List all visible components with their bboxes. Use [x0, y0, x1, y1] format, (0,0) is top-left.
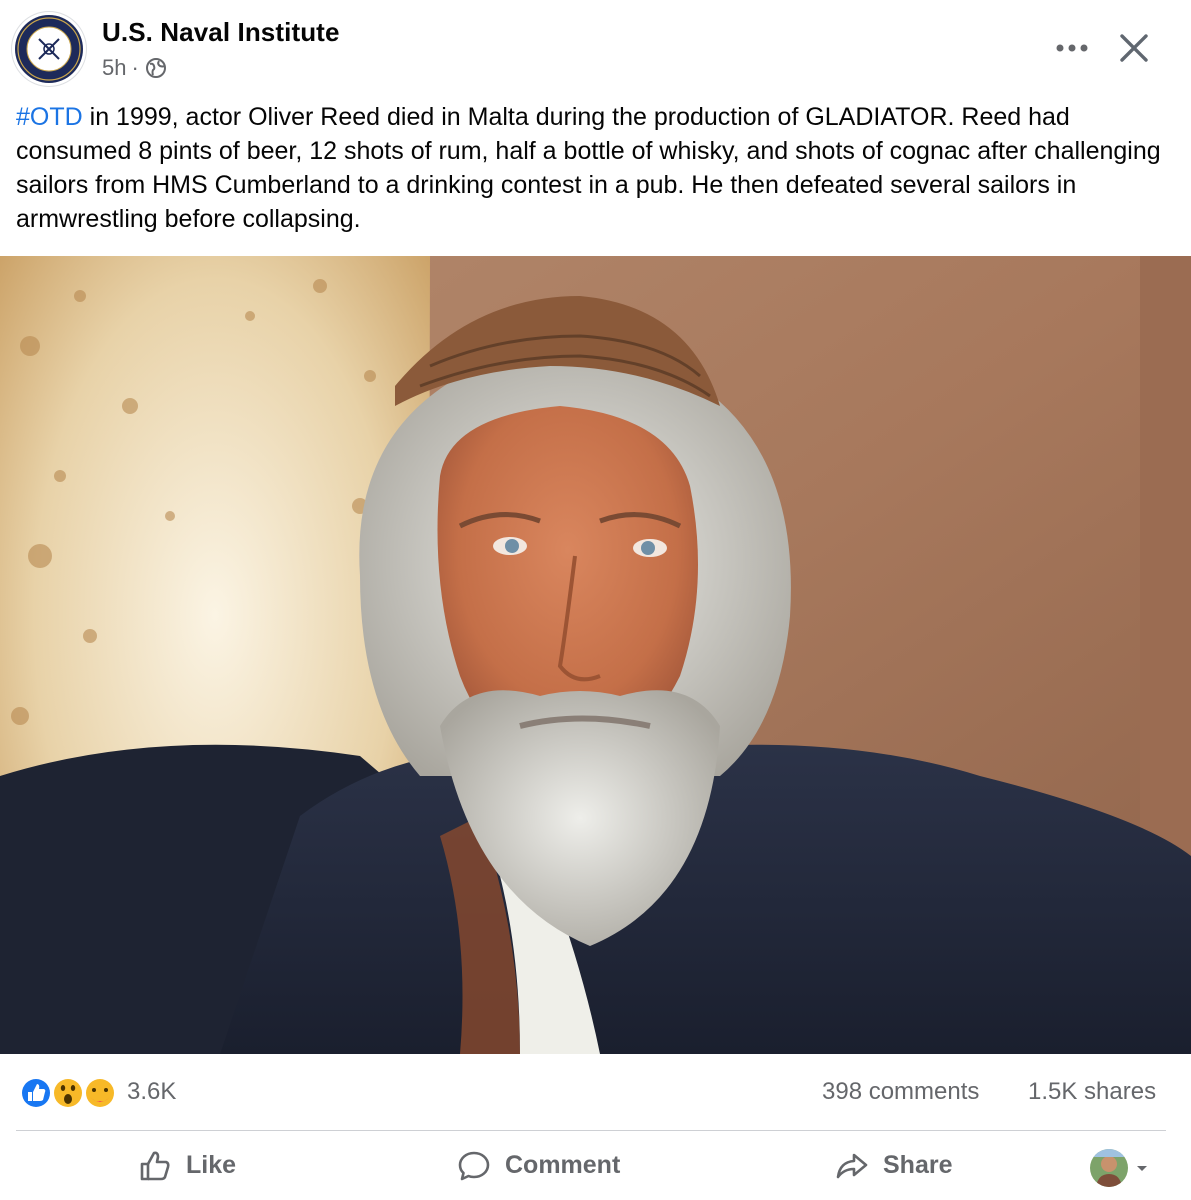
user-avatar — [1090, 1149, 1128, 1187]
hashtag-link[interactable]: #OTD — [16, 103, 83, 131]
post-header: U.S. Naval Institute 5h · — [0, 0, 1191, 100]
post-time[interactable]: 5h — [102, 55, 126, 81]
like-icon — [140, 1151, 170, 1180]
page-name[interactable]: U.S. Naval Institute — [102, 17, 340, 48]
post-body: in 1999, actor Oliver Reed died in Malta… — [16, 103, 1161, 233]
post-text: #OTD in 1999, actor Oliver Reed died in … — [16, 100, 1176, 236]
share-button[interactable]: Share — [835, 1131, 952, 1200]
wow-reaction-icon — [52, 1077, 84, 1109]
like-reaction-icon — [20, 1077, 52, 1109]
care-reaction-icon — [84, 1077, 116, 1109]
comment-icon — [458, 1151, 490, 1180]
portrait-photo — [0, 256, 1191, 1054]
page-avatar[interactable] — [12, 12, 86, 86]
reaction-icons[interactable] — [18, 1075, 128, 1111]
post-photo[interactable] — [0, 256, 1191, 1054]
chevron-down-icon — [1137, 1166, 1147, 1171]
more-options-button[interactable] — [1052, 34, 1092, 62]
like-label: Like — [186, 1151, 237, 1179]
reactions-row: 3.6K 398 comments 1.5K shares — [0, 1060, 1191, 1124]
comment-button[interactable]: Comment — [457, 1131, 620, 1200]
close-button[interactable] — [1114, 28, 1154, 68]
close-icon — [1120, 34, 1148, 62]
reaction-count[interactable]: 3.6K — [127, 1078, 176, 1106]
like-button[interactable]: Like — [138, 1131, 236, 1200]
meta-separator: · — [131, 55, 139, 80]
more-horizontal-icon — [1056, 44, 1088, 52]
share-icon — [836, 1153, 868, 1178]
globe-icon[interactable] — [145, 57, 167, 79]
post-meta: 5h · — [102, 55, 167, 81]
comment-label: Comment — [505, 1151, 621, 1179]
comments-count[interactable]: 398 comments — [822, 1078, 979, 1106]
shares-count[interactable]: 1.5K shares — [1028, 1078, 1156, 1106]
profile-selector[interactable] — [1090, 1149, 1150, 1187]
share-label: Share — [883, 1151, 953, 1179]
post-actions: Like Comment Share — [0, 1131, 1191, 1200]
